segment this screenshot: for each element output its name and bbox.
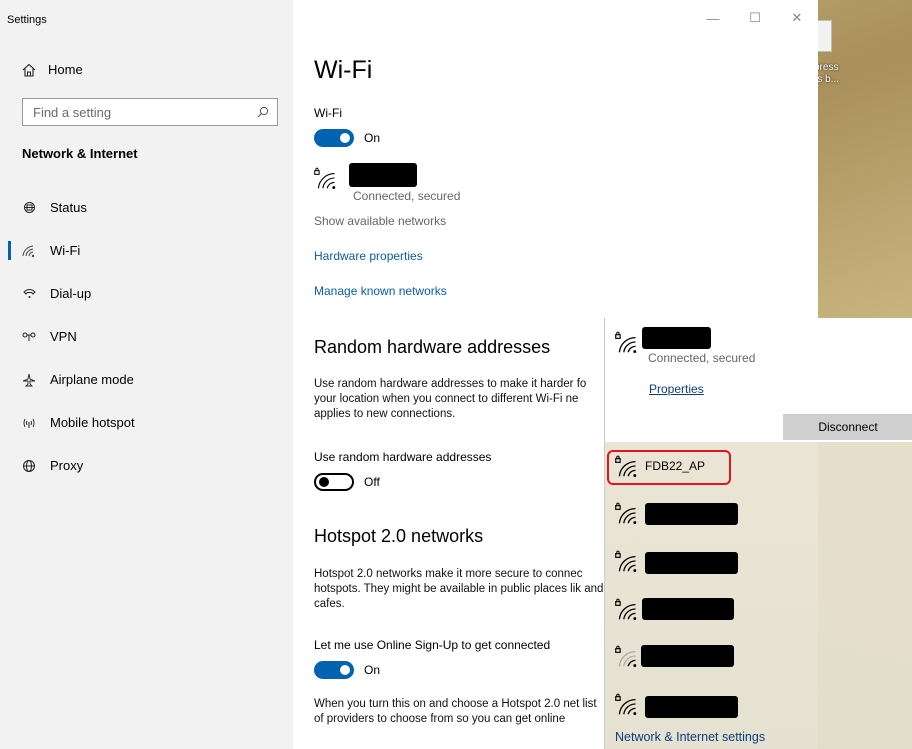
home-link[interactable]: Home — [22, 62, 83, 77]
random-addresses-label: Use random hardware addresses — [314, 450, 492, 464]
wifi-secured-icon — [314, 167, 336, 189]
sidebar-item-label: Airplane mode — [50, 372, 134, 387]
status-icon — [22, 201, 36, 214]
disconnect-button[interactable]: Disconnect — [783, 414, 912, 440]
dialup-icon — [22, 287, 36, 300]
manage-known-networks-link[interactable]: Manage known networks — [314, 284, 447, 298]
random-addresses-description: Use random hardware addresses to make it… — [314, 378, 587, 420]
sidebar-item-label: Wi-Fi — [50, 243, 81, 258]
sidebar-item-status[interactable]: Status — [0, 186, 293, 229]
vpn-icon — [22, 332, 36, 342]
online-signup-description: When you turn this on and choose a Hotsp… — [314, 698, 597, 725]
wifi-secured-icon — [615, 331, 637, 353]
network-item[interactable] — [615, 549, 637, 573]
online-signup-toggle-state: On — [364, 663, 381, 677]
wifi-secured-icon — [615, 693, 637, 715]
hotspot-description: Hotspot 2.0 networks make it more secure… — [314, 568, 604, 610]
sidebar-item-wifi[interactable]: Wi-Fi — [0, 229, 293, 272]
random-addresses-heading: Random hardware addresses — [314, 337, 551, 357]
network-name: FDB22_AP — [645, 459, 706, 473]
wifi-label: Wi-Fi — [314, 106, 342, 120]
sidebar-item-label: Proxy — [50, 458, 84, 473]
sidebar-item-label: VPN — [50, 329, 77, 344]
random-addresses-toggle-row: Off — [314, 473, 380, 491]
wifi-toggle[interactable] — [314, 129, 354, 147]
show-available-networks[interactable]: Show available networks — [314, 214, 446, 228]
hotspot-heading: Hotspot 2.0 networks — [314, 526, 484, 546]
network-item[interactable] — [615, 501, 637, 525]
airplane-icon — [22, 373, 36, 387]
wifi-secured-icon — [615, 598, 637, 620]
sidebar: Settings Home Network & Internet Status … — [0, 0, 293, 749]
redacted-network-name — [645, 552, 738, 574]
proxy-icon — [22, 459, 36, 473]
network-item[interactable] — [615, 597, 637, 621]
sidebar-item-label: Dial-up — [50, 286, 92, 301]
connected-status: Connected, secured — [353, 189, 461, 203]
redacted-network-name — [645, 503, 738, 525]
random-addresses-toggle[interactable] — [314, 473, 354, 491]
random-addresses-toggle-state: Off — [364, 475, 380, 489]
wifi-secured-icon — [615, 550, 637, 572]
redacted-network-name — [641, 645, 734, 667]
window-controls: — ☐ ✕ — [692, 0, 818, 36]
close-button[interactable]: ✕ — [776, 0, 818, 36]
minimize-button[interactable]: — — [692, 0, 734, 36]
wifi-toggle-row: On — [314, 129, 380, 147]
network-item[interactable] — [615, 644, 637, 668]
search-icon — [257, 106, 269, 118]
sidebar-item-vpn[interactable]: VPN — [0, 315, 293, 358]
connected-network[interactable] — [314, 166, 336, 195]
section-title: Network & Internet — [22, 146, 138, 161]
sidebar-nav: Status Wi-Fi Dial-up VPN Airplane mode M… — [0, 186, 293, 487]
wifi-weak-signal-icon — [615, 645, 637, 667]
flyout-connected-status: Connected, secured — [648, 351, 756, 365]
sidebar-item-hotspot[interactable]: Mobile hotspot — [0, 401, 293, 444]
network-flyout: Connected, secured Properties Disconnect… — [604, 318, 912, 749]
sidebar-item-proxy[interactable]: Proxy — [0, 444, 293, 487]
hardware-properties-link[interactable]: Hardware properties — [314, 249, 423, 263]
wifi-secured-icon — [615, 502, 637, 524]
flyout-properties-link[interactable]: Properties — [649, 382, 704, 396]
online-signup-label: Let me use Online Sign-Up to get connect… — [314, 638, 551, 652]
wifi-secured-icon — [615, 455, 637, 477]
online-signup-toggle[interactable] — [314, 661, 354, 679]
hotspot-icon — [22, 417, 36, 429]
search-input[interactable] — [33, 104, 243, 120]
home-icon — [22, 63, 36, 77]
sidebar-item-label: Status — [50, 200, 87, 215]
sidebar-item-label: Mobile hotspot — [50, 415, 135, 430]
maximize-button[interactable]: ☐ — [734, 0, 776, 36]
search-box[interactable] — [22, 98, 278, 126]
network-settings-link[interactable]: Network & Internet settings — [615, 730, 765, 744]
redacted-network-name — [642, 598, 734, 620]
redacted-network-name — [349, 163, 417, 187]
page-title: Wi-Fi — [314, 56, 373, 84]
app-title: Settings — [7, 14, 47, 26]
sidebar-item-airplane[interactable]: Airplane mode — [0, 358, 293, 401]
connected-network-panel[interactable]: Connected, secured Properties Disconnect — [605, 318, 912, 442]
wifi-toggle-state: On — [364, 131, 381, 145]
redacted-network-name — [642, 327, 711, 349]
sidebar-item-dialup[interactable]: Dial-up — [0, 272, 293, 315]
online-signup-toggle-row: On — [314, 661, 380, 679]
redacted-network-name — [645, 696, 738, 718]
network-item[interactable] — [615, 692, 637, 716]
home-label: Home — [48, 62, 83, 77]
network-item-fdb22[interactable]: FDB22_AP — [615, 454, 705, 478]
wifi-icon — [22, 245, 36, 257]
